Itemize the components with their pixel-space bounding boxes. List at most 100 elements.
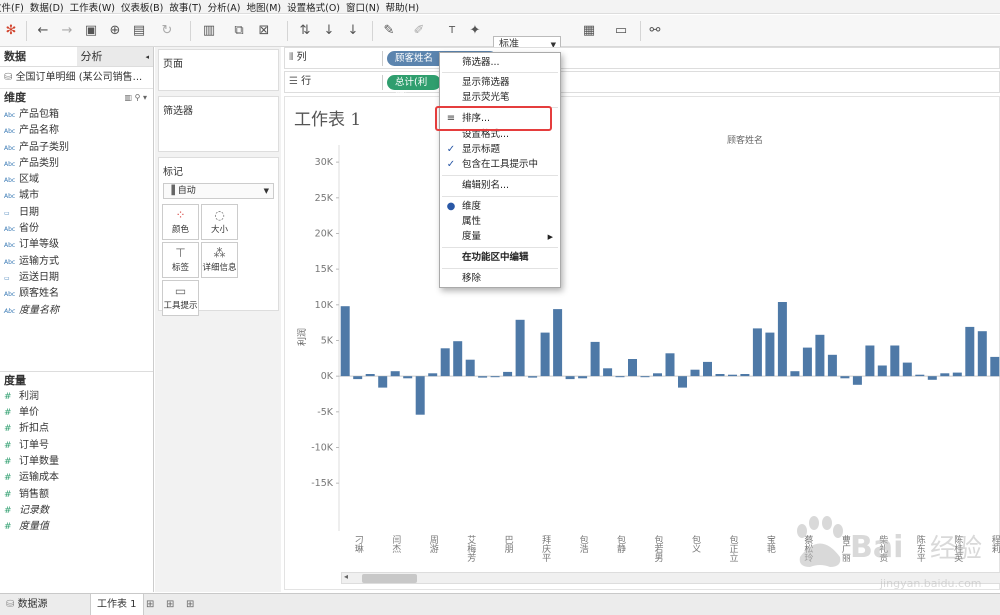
measure-field[interactable]: # 销售额 — [0, 487, 153, 503]
measure-field[interactable]: # 利润 — [0, 389, 153, 405]
string-type-icon: Abc — [4, 258, 16, 266]
dimension-field[interactable]: ▭ 运送日期 — [0, 270, 153, 286]
save-icon[interactable]: ▣ — [82, 22, 100, 40]
measure-field[interactable]: # 折扣点 — [0, 421, 153, 437]
label-icon[interactable]: T — [443, 22, 461, 40]
redo-icon[interactable]: → — [58, 22, 76, 40]
measure-field-name: 订单号 — [19, 439, 49, 451]
show-me-icon[interactable]: ▦ — [580, 22, 598, 40]
refresh-icon[interactable]: ↻ — [158, 22, 176, 40]
tableau-logo-icon[interactable]: ✻ — [2, 22, 20, 40]
measure-field[interactable]: # 订单号 — [0, 438, 153, 454]
scrollbar-thumb[interactable] — [362, 574, 417, 583]
dimension-field[interactable]: Abc 顾客姓名 — [0, 286, 153, 302]
new-datasource-icon[interactable]: ⊕ — [106, 22, 124, 40]
menu-item-remove[interactable]: 移除 — [440, 271, 560, 287]
undo-icon[interactable]: ← — [34, 22, 52, 40]
menu-story[interactable]: 故事(T) — [169, 0, 201, 14]
detail-button[interactable]: ⁂ 详细信息 — [201, 242, 238, 278]
datasource-tab[interactable]: ⛁ 数据源 — [0, 594, 54, 615]
menu-item-dimension[interactable]: ● 维度 — [440, 199, 560, 215]
measure-field[interactable]: # 运输成本 — [0, 470, 153, 486]
horizontal-scrollbar[interactable]: ◂ — [341, 572, 1000, 584]
rows-shelf[interactable]: ☰ 行 总计(利润) — [284, 71, 1000, 103]
tooltip-button[interactable]: ▭ 工具提示 — [162, 280, 199, 316]
menu-worksheet[interactable]: 工作表(W) — [70, 0, 115, 14]
dimensions-title: 维度 — [4, 91, 26, 104]
menu-format[interactable]: 设置格式(O) — [287, 0, 340, 14]
dimension-field[interactable]: Abc 订单等级 — [0, 237, 153, 253]
duplicate-sheet-icon[interactable]: ⧉ — [230, 22, 248, 40]
highlight-icon[interactable]: ✎ — [380, 22, 398, 40]
filters-card[interactable]: 筛选器 — [158, 96, 279, 152]
measure-field[interactable]: # 记录数 — [0, 503, 153, 519]
bar — [365, 374, 375, 377]
menu-item-measure[interactable]: 度量 ▶ — [440, 229, 560, 245]
collapse-icon[interactable]: ◂ — [145, 47, 149, 67]
dimension-field-name: 产品名称 — [19, 125, 59, 137]
dimension-field[interactable]: Abc 产品子类别 — [0, 140, 153, 156]
submenu-arrow-icon: ▶ — [547, 233, 553, 241]
color-button[interactable]: ⁘ 颜色 — [162, 204, 199, 240]
menu-analysis[interactable]: 分析(A) — [208, 0, 241, 14]
y-tick-label: -5K — [317, 407, 333, 418]
clear-sheet-icon[interactable]: ⊠ — [255, 22, 273, 40]
measure-field[interactable]: # 度量值 — [0, 519, 153, 535]
pages-card[interactable]: 页面 — [158, 49, 279, 91]
dimension-field[interactable]: Abc 产品类别 — [0, 156, 153, 172]
menu-item-attribute[interactable]: 属性 — [440, 214, 560, 230]
presentation-icon[interactable]: ▭ — [612, 22, 630, 40]
numeric-type-icon: # — [4, 391, 12, 402]
dimension-field[interactable]: Abc 省份 — [0, 221, 153, 237]
datasource-item[interactable]: ⛁ 全国订单明细 (某公司销售... — [0, 67, 153, 89]
menu-item-show-filter[interactable]: 显示筛选器 — [440, 75, 560, 91]
dimension-field[interactable]: Abc 产品名称 — [0, 123, 153, 139]
dimension-field[interactable]: Abc 区域 — [0, 172, 153, 188]
swap-icon[interactable]: ⇅ — [296, 22, 314, 40]
menu-item-include-tooltip[interactable]: ✓ 包含在工具提示中 — [440, 157, 560, 173]
y-axis-label: 利润 — [296, 328, 308, 346]
menu-item-show-highlighter[interactable]: 显示荧光笔 — [440, 90, 560, 106]
columns-shelf[interactable]: ⦀ 列 顾客姓名 — [284, 47, 1000, 69]
sort-ascending-icon[interactable]: ↓ — [320, 22, 338, 40]
bar — [777, 302, 787, 377]
dimension-field[interactable]: Abc 城市 — [0, 188, 153, 204]
bar — [390, 371, 400, 377]
menu-dashboard[interactable]: 仪表板(B) — [121, 0, 163, 14]
dimension-field[interactable]: Abc 度量名称 — [0, 303, 153, 319]
measure-field[interactable]: # 单价 — [0, 405, 153, 421]
menu-map[interactable]: 地图(M) — [247, 0, 282, 14]
dimension-field[interactable]: Abc 运输方式 — [0, 254, 153, 270]
pause-update-icon[interactable]: ▤ — [130, 22, 148, 40]
bar — [790, 371, 800, 377]
rows-pill[interactable]: 总计(利润) — [387, 75, 441, 103]
menu-window[interactable]: 窗口(N) — [346, 0, 380, 14]
search-icon[interactable]: ▥ ⚲ ▾ — [124, 89, 147, 107]
menu-item-edit-alias[interactable]: 编辑别名... — [440, 178, 560, 194]
mark-type-select[interactable]: ▐ 自动 ▼ — [163, 183, 274, 199]
menu-file[interactable]: 文件(F) — [0, 0, 24, 14]
new-sheet-icon[interactable]: ▥ — [200, 22, 218, 40]
menu-item-filter[interactable]: 筛选器... — [440, 55, 560, 71]
dimension-field[interactable]: ▭ 日期 — [0, 205, 153, 221]
tab-data[interactable]: 数据 — [0, 47, 77, 66]
new-dashboard-icon[interactable]: ⊞ — [160, 594, 180, 615]
new-worksheet-icon[interactable]: ⊞ — [140, 594, 160, 615]
menu-divider — [442, 247, 558, 248]
sort-descending-icon[interactable]: ↓ — [344, 22, 362, 40]
size-button[interactable]: ◌ 大小 — [201, 204, 238, 240]
menu-help[interactable]: 帮助(H) — [386, 0, 420, 14]
scroll-left-icon[interactable]: ◂ — [344, 572, 348, 581]
measure-field[interactable]: # 订单数量 — [0, 454, 153, 470]
menu-item-show-header[interactable]: ✓ 显示标题 — [440, 142, 560, 158]
new-story-icon[interactable]: ⊞ — [180, 594, 200, 615]
label-button[interactable]: ⊤ 标签 — [162, 242, 199, 278]
sheet-tab-1[interactable]: 工作表 1 — [90, 594, 144, 615]
group-icon[interactable]: ✐ — [410, 22, 428, 40]
menu-item-edit-in-shelf[interactable]: 在功能区中编辑 — [440, 250, 560, 266]
tab-analysis[interactable]: 分析 ◂ — [76, 47, 153, 67]
pin-icon[interactable]: ✦ — [466, 22, 484, 40]
share-icon[interactable]: ⚯ — [646, 22, 664, 40]
dimension-field[interactable]: Abc 产品包箱 — [0, 107, 153, 123]
menu-data[interactable]: 数据(D) — [30, 0, 64, 14]
